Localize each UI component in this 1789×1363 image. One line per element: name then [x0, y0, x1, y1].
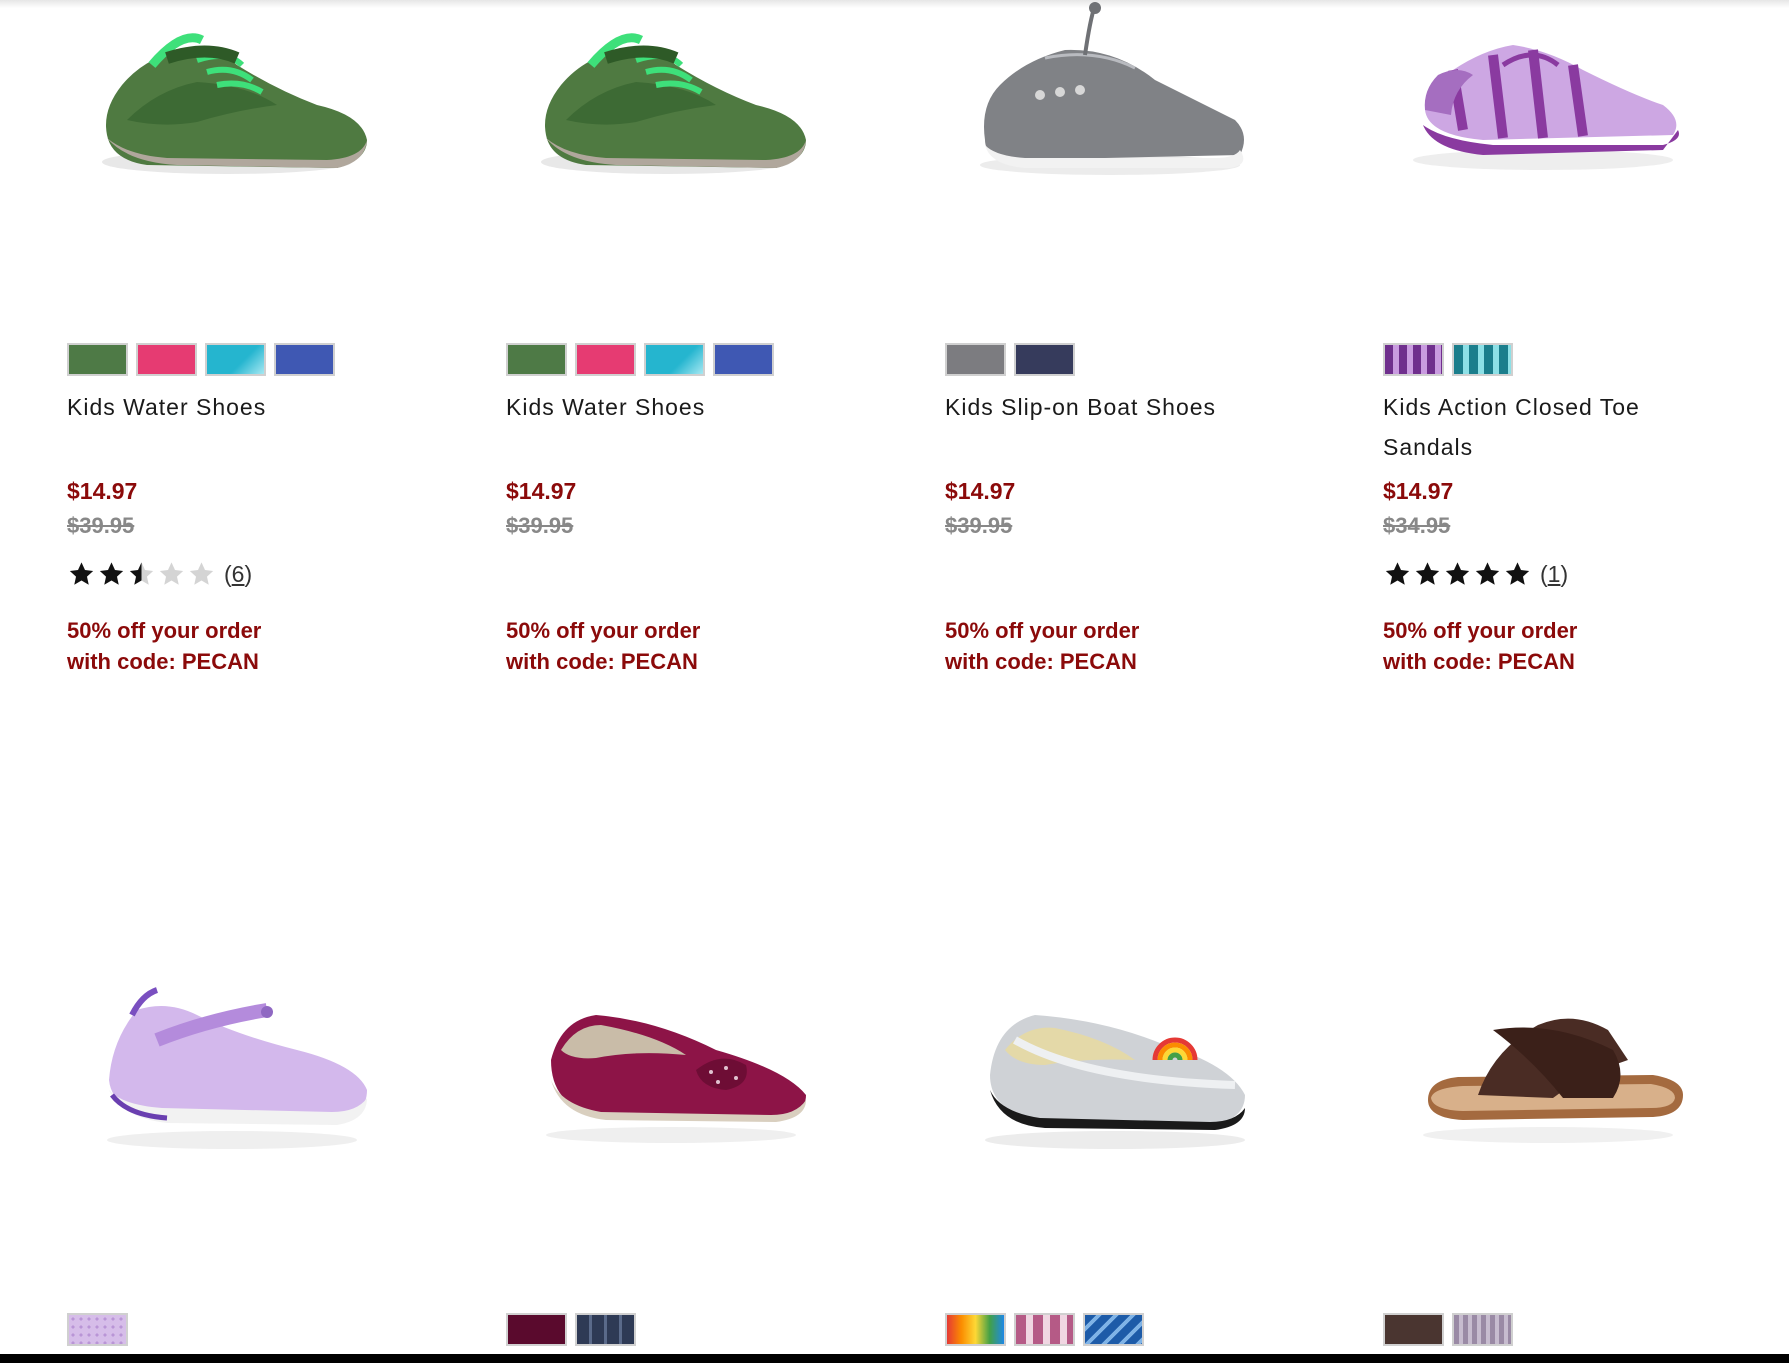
color-swatch[interactable] — [506, 1313, 567, 1346]
review-count[interactable]: (1) — [1540, 561, 1568, 588]
color-swatch[interactable] — [575, 343, 636, 376]
color-swatch[interactable] — [506, 343, 567, 376]
star-full-icon — [1415, 562, 1440, 585]
promo-line-1: 50% off your order — [945, 618, 1140, 643]
sale-price: $14.97 — [506, 478, 577, 504]
product-image[interactable] — [1383, 10, 1713, 210]
product-name[interactable]: Kids Slip-on Boat Shoes — [945, 387, 1275, 427]
color-swatch[interactable] — [713, 343, 774, 376]
rating[interactable]: (1) — [1383, 560, 1568, 588]
promo-line-1: 50% off your order — [506, 618, 701, 643]
product-image[interactable] — [945, 980, 1275, 1180]
promo-line-1: 50% off your order — [67, 618, 262, 643]
color-swatch[interactable] — [67, 343, 128, 376]
promo-text: 50% off your order with code: PECAN — [506, 615, 836, 677]
color-swatch[interactable] — [274, 343, 335, 376]
star-rating — [67, 560, 216, 588]
product-name[interactable]: Kids Action Closed Toe Sandals — [1383, 387, 1713, 467]
star-full-icon — [1445, 562, 1470, 585]
color-swatch[interactable] — [1014, 343, 1075, 376]
star-empty-icon — [189, 562, 214, 585]
purple-sandal-image — [1413, 45, 1679, 170]
star-full-icon — [1385, 562, 1410, 585]
product-image[interactable] — [945, 0, 1275, 200]
product-image[interactable] — [1383, 980, 1713, 1180]
green-water-shoe-image — [541, 33, 806, 174]
lavender-mary-jane-image — [107, 987, 367, 1149]
original-price: $34.95 — [1383, 513, 1451, 538]
star-empty-icon — [159, 562, 184, 585]
silver-rainbow-loafer-image — [985, 1015, 1245, 1149]
top-shadow — [0, 0, 1789, 8]
promo-line-2: with code: PECAN — [1383, 649, 1575, 674]
star-full-icon — [99, 562, 124, 585]
color-swatch[interactable] — [644, 343, 705, 376]
promo-line-2: with code: PECAN — [67, 649, 259, 674]
color-swatch[interactable] — [1383, 1313, 1444, 1346]
color-swatch[interactable] — [575, 1313, 636, 1346]
promo-line-2: with code: PECAN — [506, 649, 698, 674]
color-swatch[interactable] — [1383, 343, 1444, 376]
promo-line-1: 50% off your order — [1383, 618, 1578, 643]
color-swatch[interactable] — [945, 343, 1006, 376]
color-swatch[interactable] — [1014, 1313, 1075, 1346]
brown-slide-sandal-image — [1423, 1018, 1683, 1143]
bottom-border — [0, 1354, 1789, 1363]
color-swatch[interactable] — [1452, 343, 1513, 376]
review-count-link[interactable]: 1 — [1548, 561, 1561, 587]
product-image[interactable] — [67, 10, 397, 210]
grey-boat-shoe-image — [980, 2, 1244, 175]
promo-text: 50% off your order with code: PECAN — [1383, 615, 1713, 677]
color-swatch[interactable] — [205, 343, 266, 376]
product-image[interactable] — [506, 10, 836, 210]
product-name[interactable]: Kids Water Shoes — [67, 387, 397, 427]
color-swatch[interactable] — [945, 1313, 1006, 1346]
original-price: $39.95 — [506, 513, 574, 538]
star-rating — [1383, 560, 1532, 588]
rating[interactable]: (6) — [67, 560, 252, 588]
color-swatch[interactable] — [136, 343, 197, 376]
star-full-icon — [69, 562, 94, 585]
color-swatch[interactable] — [67, 1313, 128, 1346]
green-water-shoe-image — [102, 33, 367, 174]
burgundy-velvet-flat-image — [546, 1015, 806, 1143]
sale-price: $14.97 — [67, 478, 138, 504]
color-swatch[interactable] — [1452, 1313, 1513, 1346]
sale-price: $14.97 — [1383, 478, 1454, 504]
promo-text: 50% off your order with code: PECAN — [945, 615, 1275, 677]
color-swatch[interactable] — [1083, 1313, 1144, 1346]
star-full-icon — [1505, 562, 1530, 585]
review-count[interactable]: (6) — [224, 561, 252, 588]
original-price: $39.95 — [945, 513, 1013, 538]
star-full-icon — [1475, 562, 1500, 585]
product-name[interactable]: Kids Water Shoes — [506, 387, 836, 427]
star-half-icon — [129, 562, 154, 585]
promo-line-2: with code: PECAN — [945, 649, 1137, 674]
review-count-link[interactable]: 6 — [232, 561, 245, 587]
promo-text: 50% off your order with code: PECAN — [67, 615, 397, 677]
original-price: $39.95 — [67, 513, 135, 538]
product-image[interactable] — [506, 980, 836, 1180]
sale-price: $14.97 — [945, 478, 1016, 504]
product-image[interactable] — [67, 980, 397, 1180]
